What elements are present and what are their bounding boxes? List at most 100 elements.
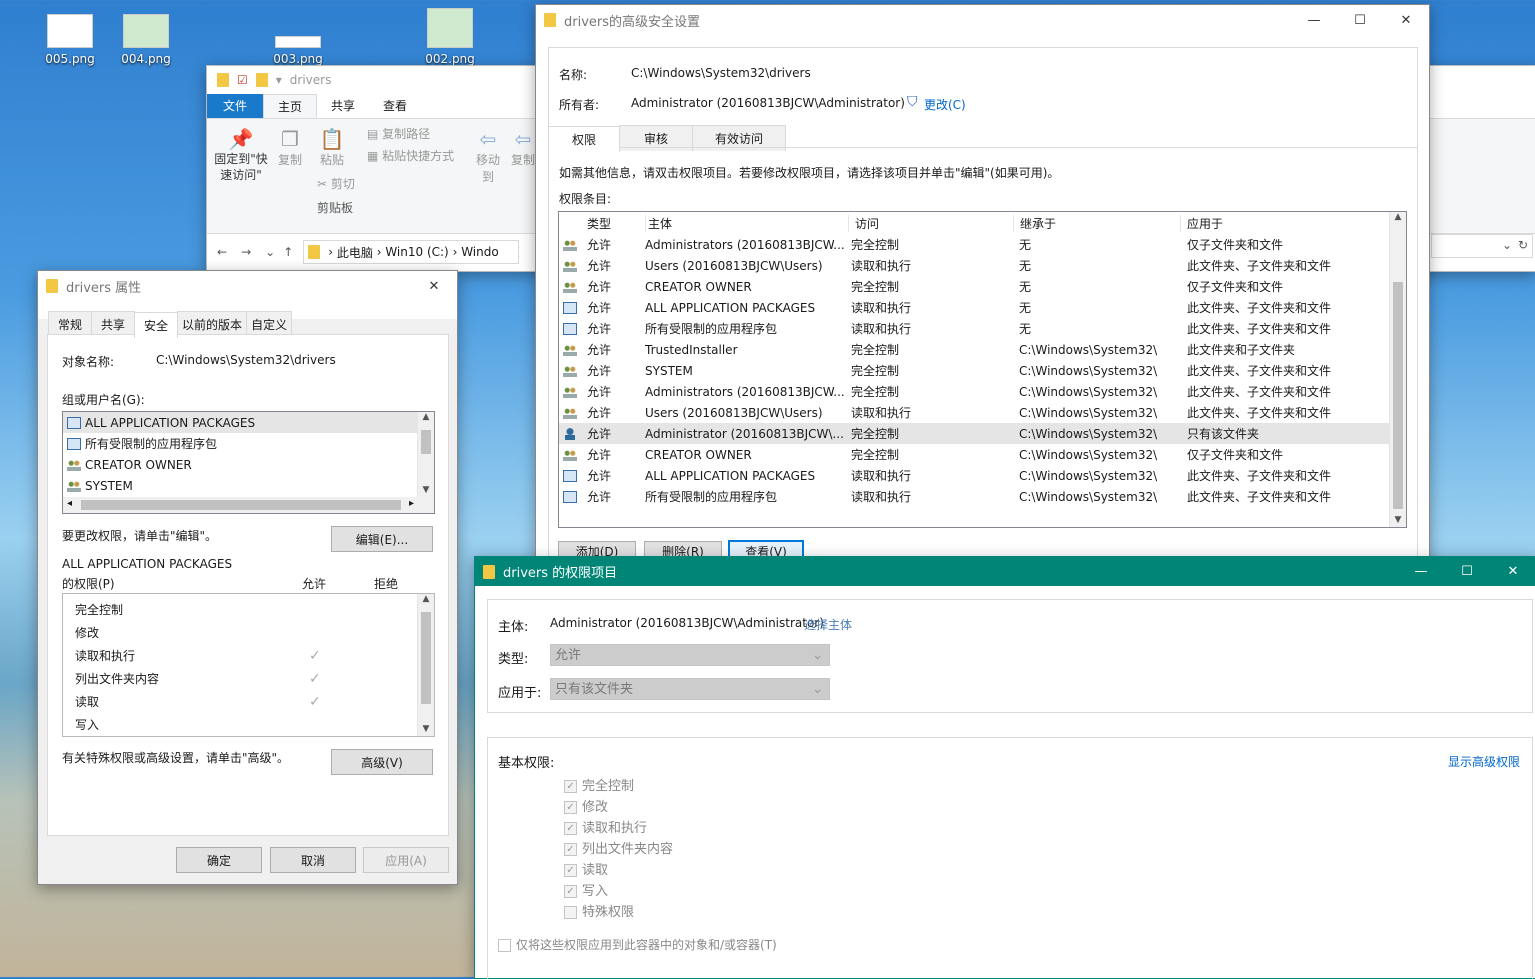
permission-checkbox[interactable]: ✓ 读取和执行 xyxy=(564,818,673,839)
vertical-scrollbar[interactable]: ▲ ▼ xyxy=(417,412,434,497)
desktop-icon[interactable]: 003.png xyxy=(266,14,330,66)
checkbox-icon[interactable]: ✓ xyxy=(564,780,577,793)
up-icon[interactable]: ↑ xyxy=(283,245,293,259)
applies-to-select[interactable]: 只有该文件夹 ⌄ xyxy=(550,678,830,700)
cut-button[interactable]: ✂ 剪切 xyxy=(317,175,355,192)
desktop-icon[interactable]: 002.png xyxy=(418,8,482,66)
minimize-icon[interactable]: — xyxy=(1291,5,1337,35)
advanced-button[interactable]: 高级(V) xyxy=(331,749,433,775)
change-owner-link[interactable]: 更改(C) xyxy=(924,96,966,113)
checkbox-icon[interactable]: ✓ xyxy=(564,822,577,835)
column-header[interactable]: 继承于 xyxy=(1014,214,1181,232)
scroll-down-icon[interactable]: ▼ xyxy=(418,724,434,734)
table-row[interactable]: 允许 所有受限制的应用程序包 读取和执行 无 此文件夹、子文件夹和文件 xyxy=(559,318,1406,339)
permission-checkbox[interactable]: ✓ 修改 xyxy=(564,797,673,818)
scroll-up-icon[interactable]: ▲ xyxy=(418,594,434,604)
scroll-up-icon[interactable]: ▲ xyxy=(1390,212,1406,222)
list-item[interactable]: 所有受限制的应用程序包 xyxy=(63,433,434,454)
vertical-scrollbar[interactable]: ▲ ▼ xyxy=(1389,212,1406,527)
list-item[interactable]: CREATOR OWNER xyxy=(63,454,434,475)
cancel-button[interactable]: 取消 xyxy=(270,847,356,873)
table-row[interactable]: 允许 CREATOR OWNER 完全控制 无 仅子文件夹和文件 xyxy=(559,276,1406,297)
column-header[interactable]: 主体 xyxy=(646,214,849,232)
checkbox-icon[interactable]: ✓ xyxy=(564,801,577,814)
permission-checkbox[interactable]: 特殊权限 xyxy=(564,902,673,923)
scrollbar-thumb[interactable] xyxy=(81,500,401,510)
checkbox-icon[interactable] xyxy=(564,906,577,919)
tab-permissions[interactable]: 权限 xyxy=(548,126,620,152)
search-box[interactable]: ↻ ⌄ xyxy=(1431,234,1533,258)
breadcrumb-item[interactable]: 此电脑 xyxy=(337,244,373,261)
scroll-down-icon[interactable]: ▼ xyxy=(1390,515,1406,525)
desktop-icon[interactable]: 005.png xyxy=(38,14,102,66)
tab-file[interactable]: 文件 xyxy=(207,94,263,118)
move-to-button[interactable]: ⇦ 移动到 xyxy=(471,127,505,185)
checkbox-icon[interactable] xyxy=(498,939,511,952)
table-row[interactable]: 允许 ALL APPLICATION PACKAGES 读取和执行 无 此文件夹、子文件… xyxy=(559,297,1406,318)
show-advanced-link[interactable]: 显示高级权限 xyxy=(1448,753,1520,770)
desktop-icon[interactable]: 004.png xyxy=(114,14,178,66)
permission-checkbox[interactable]: ✓ 读取 xyxy=(564,860,673,881)
ok-button[interactable]: 确定 xyxy=(176,847,262,873)
permission-checkbox[interactable]: ✓ 写入 xyxy=(564,881,673,902)
permissions-list[interactable]: 完全控制 修改 读取和执行 ✓ 列出文件夹内容 ✓ 读取 ✓ 写入 ▲ ▼ xyxy=(62,593,435,737)
column-header[interactable]: 类型 xyxy=(587,214,646,232)
scrollbar-thumb[interactable] xyxy=(421,430,431,454)
breadcrumb-item[interactable]: Windo xyxy=(461,245,499,259)
dropdown-arrow-icon[interactable]: ▾ xyxy=(276,73,282,87)
close-icon[interactable]: ✕ xyxy=(1490,557,1535,587)
select-principal-link[interactable]: 选择主体 xyxy=(804,616,852,633)
paste-button[interactable]: 📋 粘贴 xyxy=(315,127,349,168)
copy-path-button[interactable]: ▤ 复制路径 xyxy=(367,125,430,142)
tab-view[interactable]: 查看 xyxy=(369,94,421,118)
pin-quick-access-button[interactable]: 📌 固定到"快速访问" xyxy=(213,127,269,183)
table-row[interactable]: 允许 Users (20160813BJCW\Users) 读取和执行 C:\Wind… xyxy=(559,402,1406,423)
scroll-down-icon[interactable]: ▼ xyxy=(418,485,434,495)
maximize-icon[interactable]: ☐ xyxy=(1444,557,1490,587)
type-select[interactable]: 允许 ⌄ xyxy=(550,644,830,666)
table-row[interactable]: 允许 SYSTEM 完全控制 C:\Windows\System32\ 此文件夹、子文件… xyxy=(559,360,1406,381)
list-item[interactable]: SYSTEM xyxy=(63,475,434,496)
breadcrumb-item[interactable]: Win10 (C:) xyxy=(385,245,448,259)
apply-button[interactable]: 应用(A) xyxy=(363,847,449,873)
tab-home[interactable]: 主页 xyxy=(263,94,317,118)
tab-security[interactable]: 安全 xyxy=(134,312,179,338)
breadcrumb[interactable]: › 此电脑 › Win10 (C:) › Windo xyxy=(303,240,520,264)
back-icon[interactable]: ← xyxy=(217,245,227,259)
checkbox-icon[interactable]: ✓ xyxy=(564,885,577,898)
scroll-right-icon[interactable]: ▸ xyxy=(409,498,414,509)
column-header[interactable]: 应用于 xyxy=(1181,215,1387,232)
tab-share[interactable]: 共享 xyxy=(317,94,369,118)
scroll-up-icon[interactable]: ▲ xyxy=(418,412,434,422)
close-icon[interactable]: ✕ xyxy=(411,271,457,301)
copy-button[interactable]: ❐ 复制 xyxy=(273,127,307,168)
only-apply-checkbox[interactable]: 仅将这些权限应用到此容器中的对象和/或容器(T) xyxy=(498,936,777,953)
table-row[interactable]: 允许 TrustedInstaller 完全控制 C:\Windows\System3… xyxy=(559,339,1406,360)
close-icon[interactable]: ✕ xyxy=(1383,5,1429,35)
vertical-scrollbar[interactable]: ▲ ▼ xyxy=(417,594,434,736)
scroll-left-icon[interactable]: ◂ xyxy=(67,498,72,509)
list-item[interactable]: ALL APPLICATION PACKAGES xyxy=(63,412,434,433)
table-row[interactable]: 允许 Users (20160813BJCW\Users) 读取和执行 无 此文件夹、子… xyxy=(559,255,1406,276)
column-header[interactable]: 访问 xyxy=(849,214,1014,232)
edit-button[interactable]: 编辑(E)... xyxy=(331,526,433,552)
chevron-down-icon[interactable]: ⌄ xyxy=(1502,238,1512,252)
paste-shortcut-button[interactable]: ▦ 粘贴快捷方式 xyxy=(367,147,454,164)
checkbox-icon[interactable]: ✓ xyxy=(564,843,577,856)
table-row[interactable]: 允许 Administrator (20160813BJCW\... 完全控制 C:\… xyxy=(559,423,1406,444)
refresh-icon[interactable]: ↻ xyxy=(1518,238,1528,252)
minimize-icon[interactable]: — xyxy=(1398,557,1444,587)
permission-checkbox[interactable]: ✓ 列出文件夹内容 xyxy=(564,839,673,860)
permission-checkbox[interactable]: ✓ 完全控制 xyxy=(564,776,673,797)
copy-to-button[interactable]: ⇦ 复制 xyxy=(511,127,535,168)
scrollbar-thumb[interactable] xyxy=(421,612,431,704)
forward-icon[interactable]: → xyxy=(241,245,251,259)
dropdown-icon[interactable]: ⌄ xyxy=(265,245,275,259)
scrollbar-thumb[interactable] xyxy=(1393,282,1403,509)
maximize-icon[interactable]: ☐ xyxy=(1337,5,1383,35)
table-row[interactable]: 允许 CREATOR OWNER 完全控制 C:\Windows\System32\ 仅… xyxy=(559,444,1406,465)
table-row[interactable]: 允许 ALL APPLICATION PACKAGES 读取和执行 C:\Window… xyxy=(559,465,1406,486)
table-row[interactable]: 允许 Administrators (20160813BJCW... 完全控制 无 仅子… xyxy=(559,234,1406,255)
checkbox-icon[interactable]: ✓ xyxy=(564,864,577,877)
checkmark-icon[interactable]: ☑ xyxy=(237,73,248,87)
